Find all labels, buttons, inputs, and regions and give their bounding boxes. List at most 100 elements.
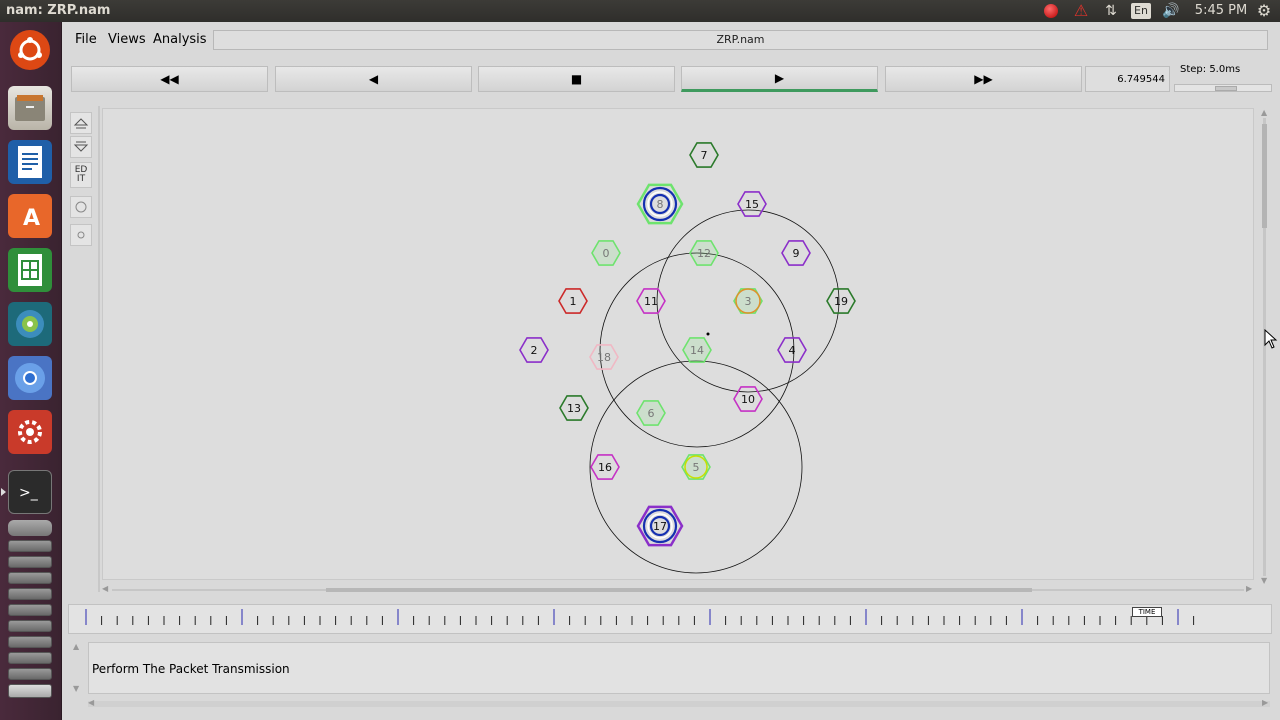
annotation-scroll-up-icon[interactable]: ▲ <box>73 642 79 651</box>
node-label: 6 <box>648 407 655 420</box>
menu-views[interactable]: Views <box>108 32 146 47</box>
edit-button[interactable]: ED IT <box>70 162 92 188</box>
node-3[interactable]: 3 <box>733 288 763 314</box>
scroll-left-arrow-icon[interactable]: ◀ <box>102 584 108 593</box>
node-label: 15 <box>745 198 759 211</box>
scroll-up-arrow-icon[interactable]: ▲ <box>1261 108 1267 117</box>
gear-icon[interactable]: ⚙ <box>1254 2 1274 20</box>
edit-toolbar: ED IT <box>68 108 94 588</box>
annotation-scroll-down-icon[interactable]: ▼ <box>73 684 79 693</box>
menu-analysis[interactable]: Analysis <box>153 32 207 47</box>
node-1[interactable]: 1 <box>558 288 588 314</box>
mouse-pointer-icon <box>1264 329 1278 349</box>
annotation-scroll-left-icon[interactable]: ◀ <box>88 698 94 707</box>
step-label: Step: 5.0ms <box>1180 64 1241 75</box>
keyboard-layout-indicator[interactable]: En <box>1131 3 1151 19</box>
timeline-time-marker[interactable]: TIME <box>1132 607 1162 617</box>
alert-icon[interactable]: ⚠ <box>1071 2 1091 20</box>
canvas-horizontal-scrollbar[interactable]: ◀ ▶ <box>102 584 1254 596</box>
node-18[interactable]: 18 <box>589 344 619 370</box>
node-16[interactable]: 16 <box>590 454 620 480</box>
step-slider-thumb[interactable] <box>1215 86 1237 91</box>
network-graph: 012345678910111213141516171819 <box>519 142 856 574</box>
network-animation-canvas[interactable]: 0 1 2 3 4 5 6 7 8 9 10 11 12 13 14 15 16 17 18 19 <box>102 108 1254 580</box>
calc-icon[interactable] <box>8 248 52 292</box>
annotation-text: Perform The Packet Transmission <box>92 662 290 676</box>
launcher-stack-item[interactable] <box>8 652 52 664</box>
writer-icon[interactable] <box>8 140 52 184</box>
circle-large-icon[interactable] <box>70 196 92 218</box>
annotation-vertical-scrollbar[interactable]: ▲ ▼ <box>70 642 84 694</box>
chromium-icon[interactable] <box>8 356 52 400</box>
node-label: 8 <box>657 198 664 211</box>
node-15[interactable]: 15 <box>737 191 767 217</box>
volume-icon[interactable]: 🔊 <box>1159 2 1183 20</box>
node-13[interactable]: 13 <box>559 395 589 421</box>
launcher-stack-item[interactable] <box>8 620 52 632</box>
rewind-button[interactable]: ◀◀ <box>71 66 268 92</box>
launcher-stack-item[interactable] <box>8 556 52 568</box>
svg-text:A: A <box>23 206 40 231</box>
settings-icon[interactable] <box>8 410 52 454</box>
node-12[interactable]: 12 <box>689 240 719 266</box>
circle-small-icon[interactable] <box>70 224 92 246</box>
play-button[interactable]: ▶ <box>681 66 878 92</box>
horizontal-scroll-thumb[interactable] <box>326 588 1032 592</box>
node-8[interactable]: 8 <box>636 183 684 225</box>
node-0[interactable]: 0 <box>591 240 621 266</box>
software-center-icon[interactable]: A <box>8 194 52 238</box>
launcher: A >_ <box>0 22 62 720</box>
svg-text:>_: >_ <box>19 485 39 501</box>
node-label: 0 <box>603 247 610 260</box>
network-icon[interactable]: ⇅ <box>1101 2 1121 20</box>
node-label: 1 <box>570 295 577 308</box>
launcher-stack-item[interactable] <box>8 540 52 552</box>
launcher-stack-item[interactable] <box>8 520 52 536</box>
launcher-stack-item[interactable] <box>8 604 52 616</box>
record-icon[interactable] <box>1042 2 1060 20</box>
clock[interactable]: 5:45 PM <box>1193 2 1249 20</box>
annotation-panel[interactable]: Perform The Packet Transmission <box>88 642 1270 694</box>
node-7[interactable]: 7 <box>689 142 719 168</box>
node-5[interactable]: 5 <box>681 454 711 480</box>
annotation-horizontal-scrollbar[interactable]: ◀ ▶ <box>88 698 1270 710</box>
launcher-stack-item[interactable] <box>8 572 52 584</box>
launcher-stack-item[interactable] <box>8 668 52 680</box>
node-10[interactable]: 10 <box>733 386 763 412</box>
node-label: 13 <box>567 402 581 415</box>
node-label: 5 <box>693 461 700 474</box>
zoom-in-icon[interactable] <box>70 112 92 134</box>
app-icon[interactable] <box>8 302 52 346</box>
launcher-stack-item[interactable] <box>8 636 52 648</box>
node-14[interactable]: 14 <box>682 337 712 363</box>
menu-file[interactable]: File <box>75 32 97 47</box>
vertical-scroll-thumb[interactable] <box>1262 124 1267 228</box>
ubuntu-logo-icon[interactable] <box>10 30 50 70</box>
node-11[interactable]: 11 <box>636 288 666 314</box>
node-9[interactable]: 9 <box>781 240 811 266</box>
files-icon[interactable] <box>8 86 52 130</box>
timeline-slider[interactable]: TIME <box>68 604 1272 634</box>
packet <box>706 332 710 336</box>
fast-forward-button[interactable]: ▶▶ <box>885 66 1082 92</box>
launcher-stack-item[interactable] <box>8 588 52 600</box>
scroll-right-arrow-icon[interactable]: ▶ <box>1246 584 1252 593</box>
node-19[interactable]: 19 <box>826 288 856 314</box>
annotation-scroll-right-icon[interactable]: ▶ <box>1262 698 1268 707</box>
node-label: 4 <box>789 344 796 357</box>
node-17[interactable]: 17 <box>636 505 684 547</box>
trash-icon[interactable] <box>8 684 52 698</box>
node-2[interactable]: 2 <box>519 337 549 363</box>
zoom-out-icon[interactable] <box>70 136 92 158</box>
step-back-button[interactable]: ◀ <box>275 66 472 92</box>
node-4[interactable]: 4 <box>777 337 807 363</box>
node-label: 9 <box>793 247 800 260</box>
scroll-down-arrow-icon[interactable]: ▼ <box>1261 576 1267 585</box>
stop-button[interactable]: ■ <box>478 66 675 92</box>
node-label: 12 <box>697 247 711 260</box>
terminal-icon[interactable]: >_ <box>8 470 52 514</box>
node-6[interactable]: 6 <box>636 400 666 426</box>
step-slider[interactable] <box>1174 84 1272 92</box>
node-label: 2 <box>531 344 538 357</box>
step-control: Step: 5.0ms <box>1174 64 1272 94</box>
